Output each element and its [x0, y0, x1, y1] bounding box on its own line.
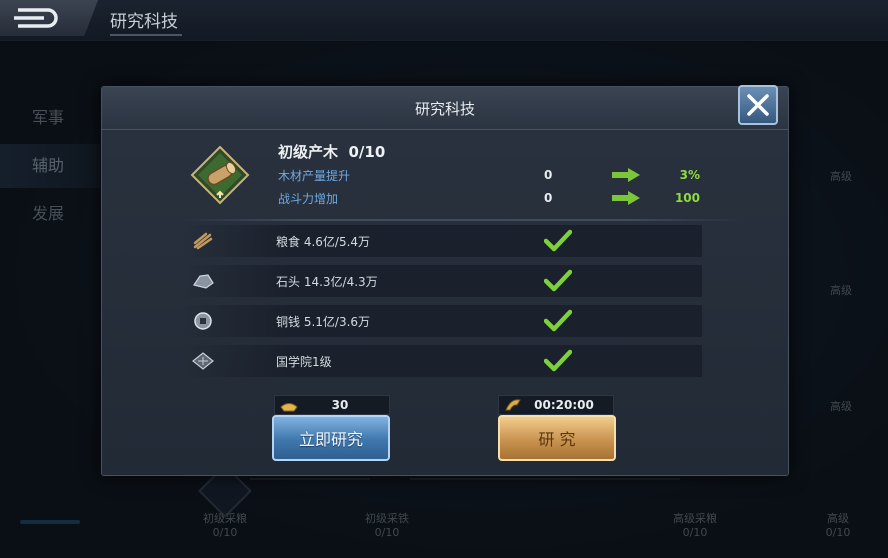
stat-label: 木材产量提升 — [278, 169, 351, 183]
research-button[interactable]: 研 究 — [498, 415, 616, 461]
check-icon — [544, 349, 572, 372]
instant-cost-value: 30 — [331, 398, 349, 412]
dialog-header: 研究科技 — [102, 87, 788, 130]
title-underline — [110, 34, 182, 36]
requirement-text: 石头 14.3亿/4.3万 — [276, 275, 378, 289]
check-icon — [544, 269, 572, 292]
food-icon — [193, 232, 213, 250]
requirement-row: 铜钱 5.1亿/3.6万 — [182, 305, 702, 337]
research-time-value: 00:20:00 — [534, 398, 594, 412]
research-time: 00:20:00 — [498, 395, 614, 415]
stat-current: 0 — [544, 191, 553, 205]
wood-log-icon — [190, 145, 250, 205]
requirement-text: 国学院1级 — [276, 355, 332, 369]
stat-next: 3% — [679, 168, 700, 182]
requirement-text: 粮食 4.6亿/5.4万 — [276, 235, 371, 249]
green-arrow-icon — [612, 191, 640, 205]
instant-research-button[interactable]: 立即研究 — [272, 415, 390, 461]
research-dialog: 研究科技 初级产木 0/10 木材产量提升 0 3% 战斗力增加 0 100 粮… — [101, 85, 789, 476]
instant-cost: 30 — [274, 395, 390, 415]
stat-next: 100 — [674, 191, 700, 205]
back-button[interactable] — [0, 0, 98, 36]
hourglass-icon — [505, 399, 521, 411]
check-icon — [544, 229, 572, 252]
requirement-row: 石头 14.3亿/4.3万 — [182, 265, 702, 297]
gold-ingot-icon — [280, 403, 298, 412]
stone-icon — [193, 274, 214, 289]
requirement-row: 粮食 4.6亿/5.4万 — [182, 225, 702, 257]
academy-icon — [192, 352, 214, 370]
dialog-title: 研究科技 — [414, 100, 475, 118]
item-name: 初级产木 0/10 — [278, 143, 386, 161]
top-bar: 研究科技 — [0, 0, 888, 41]
requirement-text: 铜钱 5.1亿/3.6万 — [276, 315, 371, 329]
green-arrow-icon — [612, 168, 640, 182]
stat-current: 0 — [544, 168, 553, 182]
requirement-row: 国学院1级 — [182, 345, 702, 377]
divider — [182, 219, 742, 221]
close-button[interactable] — [738, 85, 778, 125]
stat-label: 战斗力增加 — [278, 192, 339, 206]
check-icon — [544, 309, 572, 332]
back-arrow-icon — [14, 8, 58, 28]
page-title: 研究科技 — [110, 12, 178, 32]
coin-icon — [194, 312, 212, 330]
close-icon — [747, 94, 769, 116]
